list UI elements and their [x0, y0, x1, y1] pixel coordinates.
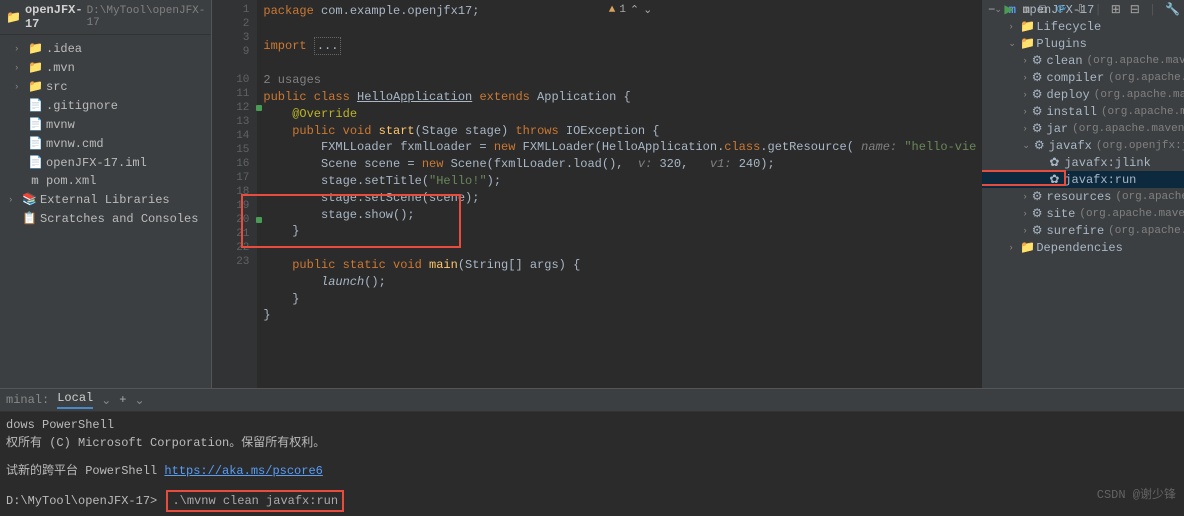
maven-plugins[interactable]: ⌄📁Plugins: [982, 35, 1184, 52]
tree-mvn[interactable]: ›📁.mvn: [0, 58, 211, 77]
goal-jlink[interactable]: ✿javafx:jlink: [982, 154, 1184, 171]
term-line: 权所有 (C) Microsoft Corporation。保留所有权利。: [6, 434, 1178, 452]
sep2: |: [1149, 3, 1156, 17]
project-tree: ›📁.idea ›📁.mvn ›📁src 📄.gitignore 📄mvnw 📄…: [0, 35, 211, 232]
add-terminal-icon[interactable]: +: [119, 393, 126, 407]
terminal-body[interactable]: dows PowerShell 权所有 (C) Microsoft Corpor…: [0, 412, 1184, 516]
project-header[interactable]: 📁 openJFX-17 D:\MyTool\openJFX-17: [0, 0, 211, 35]
maven-panel: ⌄mopenJFX-17 ›📁Lifecycle ⌄📁Plugins ›⚙cle…: [982, 0, 1184, 388]
minus-icon[interactable]: −: [988, 3, 995, 17]
plugin-javafx[interactable]: ⌄⚙javafx (org.openjfx:javafx-maven-plugi…: [982, 137, 1184, 154]
code-editor[interactable]: ▲ 1 ⌃ ⌄ 1239 101112131415161718192021222…: [212, 0, 982, 388]
sep: |: [1095, 3, 1102, 17]
goal-run[interactable]: ✿javafx:run: [982, 171, 1184, 188]
chevron-down-icon-2[interactable]: ⌄: [135, 393, 145, 408]
highlight-box-cmd: .\mvnw clean javafx:run: [166, 490, 344, 512]
code-area[interactable]: package com.example.openjfx17; import ..…: [257, 0, 982, 388]
tree-mvnw[interactable]: 📄mvnw: [0, 115, 211, 134]
terminal-tab-local[interactable]: Local: [57, 391, 93, 409]
maven-lifecycle[interactable]: ›📁Lifecycle: [982, 18, 1184, 35]
plugin-site[interactable]: ›⚙site (org.apache.maven.plugins:maven-s…: [982, 205, 1184, 222]
project-name: openJFX-17: [25, 3, 83, 31]
project-path: D:\MyTool\openJFX-17: [87, 5, 206, 29]
tree-src[interactable]: ›📁src: [0, 77, 211, 96]
terminal-panel: minal: Local ⌄ + ⌄ dows PowerShell 权所有 (…: [0, 388, 1184, 506]
settings-icon[interactable]: 🔧: [1165, 2, 1180, 17]
tree-scratches[interactable]: 📋Scratches and Consoles: [0, 209, 211, 228]
tree-mvnwcmd[interactable]: 📄mvnw.cmd: [0, 134, 211, 153]
m-icon[interactable]: m: [1023, 3, 1030, 17]
plugin-deploy[interactable]: ›⚙deploy (org.apache.maven.plugins:maven…: [982, 86, 1184, 103]
pscore-link[interactable]: https://aka.ms/pscore6: [164, 464, 322, 478]
term-line: 试新的跨平台 PowerShell https://aka.ms/pscore6: [6, 462, 1178, 480]
term-line: dows PowerShell: [6, 416, 1178, 434]
download-icon[interactable]: ⇩: [1075, 2, 1085, 17]
terminal-tab-bar: minal: Local ⌄ + ⌄: [0, 389, 1184, 412]
collapse-icon[interactable]: ⊟: [1130, 2, 1140, 17]
project-folder-icon: 📁: [6, 10, 21, 25]
term-prompt-line: D:\MyTool\openJFX-17> .\mvnw clean javaf…: [6, 490, 1178, 512]
terminal-label: minal:: [6, 393, 49, 407]
plugin-install[interactable]: ›⚙install (org.apache.maven.plugins:mave…: [982, 103, 1184, 120]
run-icon[interactable]: ▶: [1004, 2, 1013, 17]
plugin-clean[interactable]: ›⚙clean (org.apache.maven.plugins:maven-…: [982, 52, 1184, 69]
chevron-down-icon[interactable]: ⌄: [101, 393, 111, 408]
expand-icon[interactable]: ⊞: [1111, 2, 1121, 17]
plugin-jar[interactable]: ›⚙jar (org.apache.maven.plugins:maven-ja…: [982, 120, 1184, 137]
refresh-icon[interactable]: ⟳: [1056, 2, 1066, 17]
tree-gitignore[interactable]: 📄.gitignore: [0, 96, 211, 115]
tree-iml[interactable]: 📄openJFX-17.iml: [0, 153, 211, 172]
project-sidebar: 📁 openJFX-17 D:\MyTool\openJFX-17 ›📁.ide…: [0, 0, 212, 388]
tree-pom[interactable]: mpom.xml: [0, 172, 211, 190]
watermark: CSDN @谢少锋: [1097, 485, 1176, 502]
tree-idea[interactable]: ›📁.idea: [0, 39, 211, 58]
maven-deps[interactable]: ›📁Dependencies: [982, 239, 1184, 256]
plugin-resources[interactable]: ›⚙resources (org.apache.maven.plugins:ma…: [982, 188, 1184, 205]
highlight-box-main: [241, 194, 461, 248]
plugin-compiler[interactable]: ›⚙compiler (org.apache.maven.plugins:mav…: [982, 69, 1184, 86]
editor-gutter: 1239 1011121314151617181920212223: [212, 0, 257, 388]
plugin-surefire[interactable]: ›⚙surefire (org.apache.maven.plugins:mav…: [982, 222, 1184, 239]
tree-extlib[interactable]: ›📚External Libraries: [0, 190, 211, 209]
hash-icon[interactable]: ⧉: [1039, 3, 1048, 17]
